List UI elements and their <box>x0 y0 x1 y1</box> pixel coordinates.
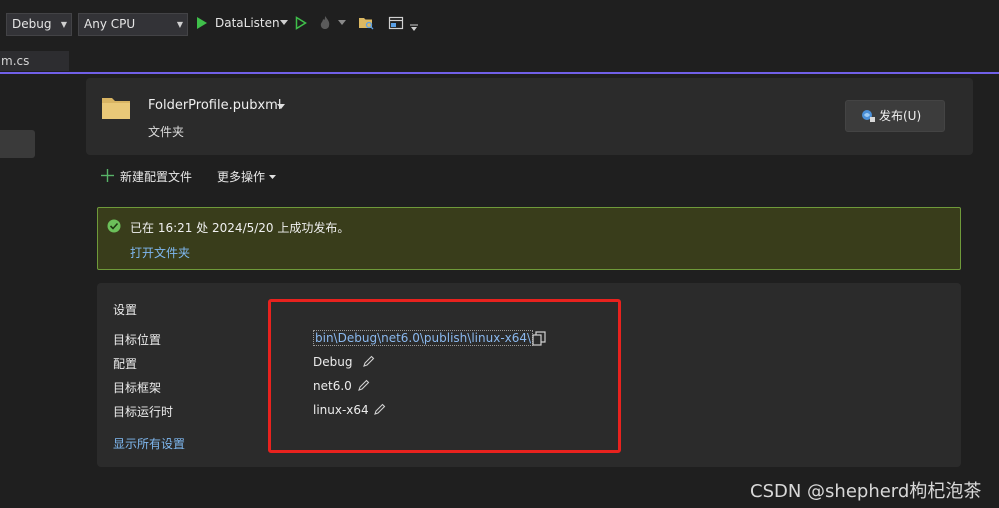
window-layout-icon <box>388 16 404 30</box>
chevron-down-icon <box>338 20 346 25</box>
profile-dropdown[interactable] <box>277 104 285 110</box>
solution-explorer-button[interactable] <box>358 15 374 31</box>
new-profile-button[interactable]: 新建配置文件 <box>120 168 192 185</box>
play-outline-icon <box>295 16 307 30</box>
target-runtime-label: 目标运行时 <box>113 405 174 419</box>
document-tab-label: m.cs <box>1 54 30 68</box>
watermark: CSDN @shepherd枸杞泡茶 <box>750 481 982 502</box>
configuration-label: 配置 <box>113 357 138 371</box>
document-tab[interactable]: m.cs <box>0 51 69 71</box>
chevron-down-icon: ▼ <box>60 20 67 29</box>
publish-icon <box>861 109 876 123</box>
folder-icon <box>101 96 131 120</box>
success-banner <box>97 207 961 270</box>
platform-combo[interactable]: Any CPU ▼ <box>78 13 188 36</box>
platform-combo-value: Any CPU <box>84 17 136 31</box>
target-framework-label: 目标框架 <box>113 381 162 395</box>
open-folder-link[interactable]: 打开文件夹 <box>130 244 190 261</box>
chevron-down-icon: ▼ <box>176 20 183 29</box>
success-message: 已在 16:21 处 2024/5/20 上成功发布。 <box>130 221 350 235</box>
left-panel-selected-item[interactable] <box>0 130 35 158</box>
start-without-debugging-button[interactable] <box>295 16 307 30</box>
tab-strip <box>0 50 999 72</box>
toolbar-overflow-button[interactable] <box>410 24 418 32</box>
folder-search-icon <box>359 18 374 30</box>
accent-line <box>0 72 999 74</box>
more-actions-dropdown[interactable] <box>269 175 276 180</box>
highlight-box <box>268 299 621 453</box>
publish-button[interactable]: 发布(U) <box>845 100 945 132</box>
more-actions-button[interactable]: 更多操作 <box>217 168 265 185</box>
profile-type: 文件夹 <box>148 125 185 139</box>
window-layout-button[interactable] <box>388 15 404 31</box>
configuration-combo[interactable]: Debug ▼ <box>6 13 72 36</box>
overflow-chevron-icon <box>410 24 418 31</box>
target-location-label: 目标位置 <box>113 333 162 347</box>
play-icon <box>197 17 207 29</box>
flame-icon <box>320 16 330 29</box>
publish-button-label: 发布(U) <box>879 109 922 123</box>
plus-icon <box>101 169 114 182</box>
hot-reload-button[interactable] <box>316 14 334 32</box>
chevron-down-icon <box>269 175 276 179</box>
start-debugging-button[interactable] <box>196 16 208 30</box>
check-circle-icon <box>107 219 121 233</box>
hot-reload-dropdown[interactable] <box>338 20 346 26</box>
profile-name[interactable]: FolderProfile.pubxml <box>148 98 281 113</box>
chevron-down-icon <box>277 104 285 109</box>
run-target-dropdown[interactable] <box>280 20 288 26</box>
show-all-settings-link[interactable]: 显示所有设置 <box>113 435 185 452</box>
settings-title: 设置 <box>113 303 138 317</box>
run-target-label[interactable]: DataListen <box>215 16 280 30</box>
configuration-combo-value: Debug <box>12 17 52 31</box>
profile-header-card <box>86 78 973 155</box>
chevron-down-icon <box>280 20 288 25</box>
